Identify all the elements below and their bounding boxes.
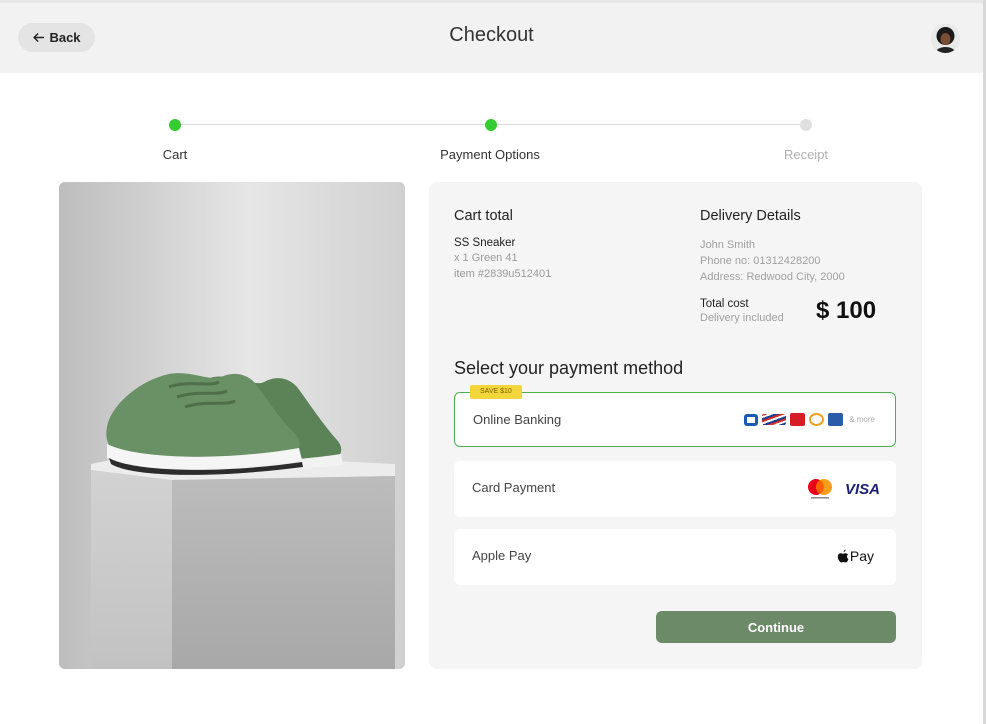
- step-connector: [175, 124, 490, 125]
- checkout-page: Back Checkout Cart Payment Options Recei…: [0, 0, 986, 724]
- mastercard-icon: [807, 479, 832, 499]
- header-bar: Back Checkout: [0, 3, 983, 73]
- total-cost-note: Delivery included: [700, 312, 784, 324]
- total-cost-label: Total cost: [700, 298, 749, 310]
- payment-option-online-banking[interactable]: SAVE $10 Online Banking & more: [454, 385, 896, 447]
- payment-option-apple-pay[interactable]: Apple Pay Pay: [454, 529, 896, 585]
- continue-button[interactable]: Continue: [656, 611, 896, 643]
- more-banks-text: & more: [849, 415, 875, 424]
- cart-total-heading: Cart total: [454, 208, 513, 224]
- avatar[interactable]: [931, 24, 960, 53]
- bank-circle-icon: [809, 413, 825, 426]
- cart-item-id: item #2839u512401: [454, 268, 552, 280]
- step-dot-payment: [485, 119, 497, 131]
- delivery-phone: Phone no: 01312428200: [700, 255, 821, 267]
- payment-option-label: Card Payment: [472, 480, 556, 495]
- payment-option-label: Online Banking: [473, 412, 562, 427]
- checkout-panel: Cart total SS Sneaker x 1 Green 41 item …: [429, 182, 922, 669]
- delivery-name: John Smith: [700, 239, 756, 251]
- payment-method-heading: Select your payment method: [454, 358, 684, 378]
- wells-fargo-icon: [790, 413, 806, 426]
- cart-item-variant: x 1 Green 41: [454, 252, 518, 264]
- step-dot-receipt: [800, 119, 812, 131]
- sneaker-on-pedestal-image: [59, 182, 405, 669]
- apple-pay-logo: Pay: [837, 548, 874, 564]
- delivery-address: Address: Redwood City, 2000: [700, 271, 845, 283]
- user-avatar-icon: [931, 24, 960, 53]
- chase-icon: [744, 413, 759, 426]
- card-logos: VISA: [807, 478, 880, 500]
- citi-icon: [828, 413, 844, 426]
- cart-item-name: SS Sneaker: [454, 237, 516, 249]
- page-title: Checkout: [449, 24, 534, 46]
- visa-icon: VISA: [844, 480, 880, 498]
- bank-logos: & more: [744, 413, 875, 426]
- step-label-cart[interactable]: Cart: [95, 147, 255, 162]
- product-image: [59, 182, 405, 669]
- step-label-payment[interactable]: Payment Options: [410, 147, 570, 162]
- apple-pay-text: Pay: [849, 548, 874, 564]
- step-connector: [490, 124, 806, 125]
- step-label-receipt: Receipt: [783, 147, 829, 162]
- payment-option-label: Apple Pay: [472, 548, 532, 563]
- step-dot-cart: [169, 119, 181, 131]
- apple-icon: [837, 549, 849, 563]
- save-badge: SAVE $10: [470, 385, 522, 399]
- checkout-stepper: Cart Payment Options Receipt: [0, 110, 986, 170]
- total-cost-amount: $ 100: [816, 297, 877, 324]
- payment-option-card[interactable]: Card Payment VISA: [454, 461, 896, 517]
- bank-of-america-icon: [762, 414, 787, 425]
- delivery-heading: Delivery Details: [700, 208, 801, 224]
